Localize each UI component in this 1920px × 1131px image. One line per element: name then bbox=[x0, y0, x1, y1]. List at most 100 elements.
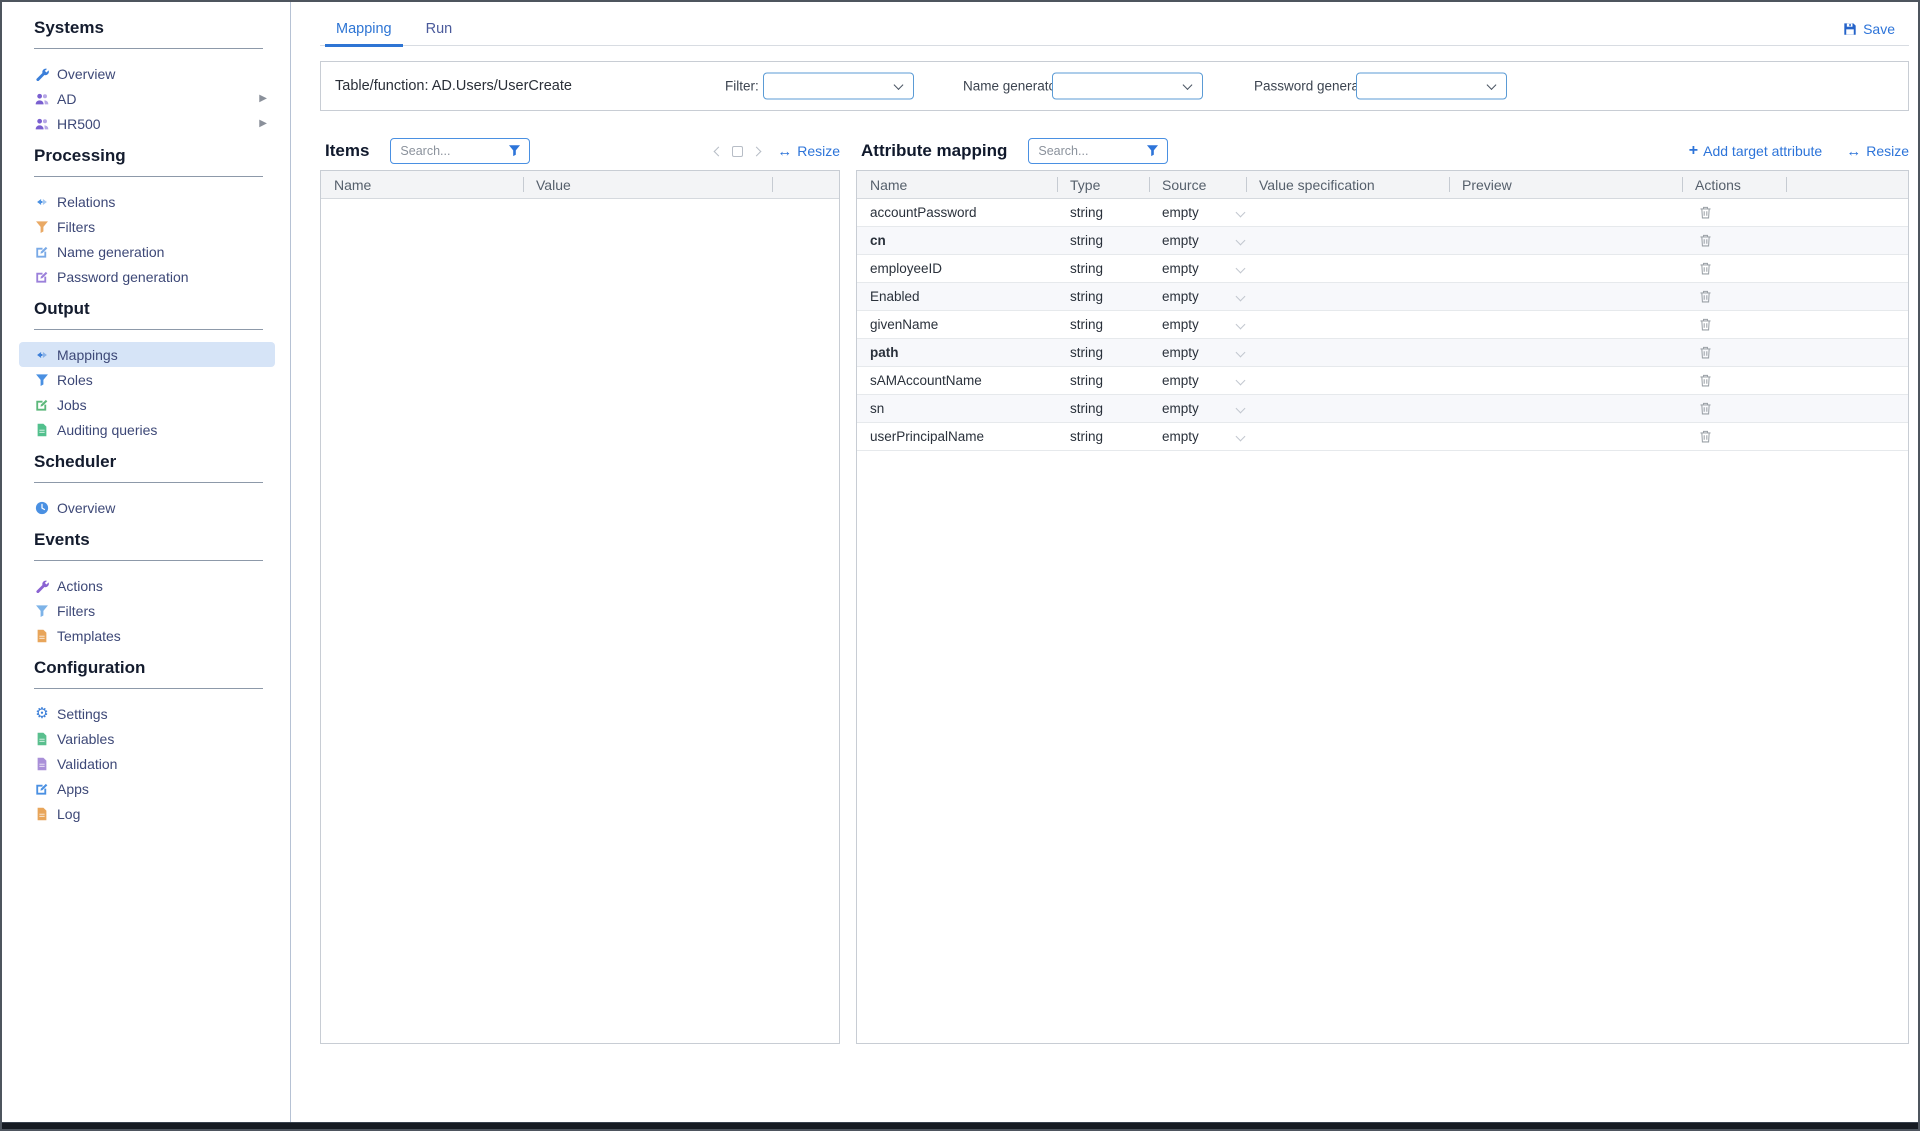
sidebar-item-password-generation[interactable]: Password generation bbox=[19, 264, 275, 289]
items-search bbox=[390, 138, 531, 164]
arrows-icon bbox=[34, 194, 50, 210]
source-value: empty bbox=[1162, 289, 1199, 304]
table-row: givenName string empty bbox=[857, 311, 1908, 339]
sidebar-item-name-generation[interactable]: Name generation bbox=[19, 239, 275, 264]
sidebar-item-variables[interactable]: Variables bbox=[19, 726, 275, 751]
actions-cell bbox=[1682, 401, 1786, 416]
delete-icon[interactable] bbox=[1698, 401, 1713, 416]
sidebar-item-ad[interactable]: AD ▶ bbox=[19, 86, 275, 111]
sidebar-item-scheduler-overview[interactable]: Overview bbox=[19, 495, 275, 520]
section-divider bbox=[34, 560, 263, 561]
items-resize-button[interactable]: ↔ Resize bbox=[777, 143, 840, 159]
sidebar-item-label: Apps bbox=[57, 780, 89, 797]
attribute-type: string bbox=[1070, 345, 1104, 360]
attribute-type: string bbox=[1070, 401, 1104, 416]
chevron-right-icon[interactable]: ▶ bbox=[259, 118, 267, 129]
sidebar-item-filters[interactable]: Filters bbox=[19, 214, 275, 239]
source-select[interactable]: empty bbox=[1149, 233, 1246, 248]
source-select[interactable]: empty bbox=[1149, 205, 1246, 220]
table-function-label: Table/function: AD.Users/UserCreate bbox=[335, 78, 572, 94]
chevron-down-icon bbox=[893, 80, 904, 90]
section-divider bbox=[34, 329, 263, 330]
page-indicator-box[interactable] bbox=[732, 145, 744, 157]
sidebar-item-mappings[interactable]: Mappings bbox=[19, 342, 275, 367]
funnel-icon bbox=[34, 372, 50, 388]
attribute-type: string bbox=[1070, 429, 1104, 444]
name-generator-select[interactable] bbox=[1052, 72, 1203, 100]
attribute-type: string bbox=[1070, 289, 1104, 304]
delete-icon[interactable] bbox=[1698, 373, 1713, 388]
delete-icon[interactable] bbox=[1698, 429, 1713, 444]
source-select[interactable]: empty bbox=[1149, 317, 1246, 332]
source-select[interactable]: empty bbox=[1149, 373, 1246, 388]
section-title: Events bbox=[34, 530, 90, 549]
delete-icon[interactable] bbox=[1698, 261, 1713, 276]
document-icon bbox=[34, 806, 50, 822]
table-row: sn string empty bbox=[857, 395, 1908, 423]
users-icon bbox=[34, 91, 50, 107]
sidebar-item-settings[interactable]: ⚙ Settings bbox=[19, 701, 275, 726]
save-button[interactable]: Save bbox=[1843, 21, 1895, 37]
sidebar-item-templates[interactable]: Templates bbox=[19, 623, 275, 648]
source-select[interactable]: empty bbox=[1149, 261, 1246, 276]
sidebar-item-overview[interactable]: Overview bbox=[19, 61, 275, 86]
delete-icon[interactable] bbox=[1698, 205, 1713, 220]
actions-cell bbox=[1682, 317, 1786, 332]
sidebar-item-label: Filters bbox=[57, 602, 96, 619]
filter-select[interactable] bbox=[763, 72, 914, 100]
delete-icon[interactable] bbox=[1698, 233, 1713, 248]
sidebar-section-processing: Processing Relations Filters Name genera… bbox=[34, 146, 263, 289]
delete-icon[interactable] bbox=[1698, 317, 1713, 332]
sidebar: Systems Overview AD ▶ HR500 ▶ Processing bbox=[2, 2, 291, 1122]
sidebar-item-label: Log bbox=[57, 805, 81, 822]
chevron-right-icon[interactable]: ▶ bbox=[259, 93, 267, 104]
delete-icon[interactable] bbox=[1698, 345, 1713, 360]
source-select[interactable]: empty bbox=[1149, 429, 1246, 444]
chevron-down-icon bbox=[1235, 431, 1246, 442]
funnel-icon[interactable] bbox=[1146, 144, 1159, 157]
chevron-down-icon bbox=[1235, 235, 1246, 246]
sidebar-item-event-filters[interactable]: Filters bbox=[19, 598, 275, 623]
sidebar-item-label: Validation bbox=[57, 755, 118, 772]
attribute-table-header: Name Type Source Value specification Pre… bbox=[857, 171, 1908, 199]
sidebar-item-relations[interactable]: Relations bbox=[19, 189, 275, 214]
sidebar-item-hr500[interactable]: HR500 ▶ bbox=[19, 111, 275, 136]
source-value: empty bbox=[1162, 205, 1199, 220]
section-divider bbox=[34, 688, 263, 689]
sidebar-item-log[interactable]: Log bbox=[19, 801, 275, 826]
delete-icon[interactable] bbox=[1698, 289, 1713, 304]
attribute-mapping-panel: Attribute mapping + Add target attribute… bbox=[856, 132, 1909, 1044]
funnel-icon[interactable] bbox=[508, 144, 521, 157]
source-select[interactable]: empty bbox=[1149, 401, 1246, 416]
sidebar-item-auditing-queries[interactable]: Auditing queries bbox=[19, 417, 275, 442]
password-generator-select[interactable] bbox=[1356, 72, 1507, 100]
sidebar-item-label: Jobs bbox=[57, 396, 87, 413]
actions-cell bbox=[1682, 233, 1786, 248]
sidebar-item-roles[interactable]: Roles bbox=[19, 367, 275, 392]
sidebar-item-apps[interactable]: Apps bbox=[19, 776, 275, 801]
sidebar-item-actions[interactable]: Actions bbox=[19, 573, 275, 598]
tab-mapping[interactable]: Mapping bbox=[325, 12, 403, 47]
section-divider bbox=[34, 48, 263, 49]
attribute-type: string bbox=[1070, 317, 1104, 332]
source-select[interactable]: empty bbox=[1149, 345, 1246, 360]
attribute-name: givenName bbox=[870, 317, 939, 332]
sidebar-item-label: Relations bbox=[57, 193, 116, 210]
sidebar-item-label: Settings bbox=[57, 705, 108, 722]
add-target-attribute-button[interactable]: + Add target attribute bbox=[1689, 143, 1822, 160]
actions-cell bbox=[1682, 373, 1786, 388]
sidebar-item-validation[interactable]: Validation bbox=[19, 751, 275, 776]
chevron-down-icon bbox=[1235, 347, 1246, 358]
document-icon bbox=[34, 628, 50, 644]
section-title: Configuration bbox=[34, 658, 146, 677]
sidebar-item-label: Variables bbox=[57, 730, 115, 747]
attribute-resize-button[interactable]: ↔ Resize bbox=[1846, 143, 1909, 159]
edit-icon bbox=[34, 269, 50, 285]
sidebar-item-jobs[interactable]: Jobs bbox=[19, 392, 275, 417]
column-header-value-specification: Value specification bbox=[1246, 171, 1449, 198]
prev-page-icon[interactable] bbox=[713, 146, 724, 156]
source-select[interactable]: empty bbox=[1149, 289, 1246, 304]
tab-run[interactable]: Run bbox=[415, 12, 464, 45]
next-page-icon[interactable] bbox=[751, 146, 762, 156]
funnel-icon bbox=[34, 219, 50, 235]
